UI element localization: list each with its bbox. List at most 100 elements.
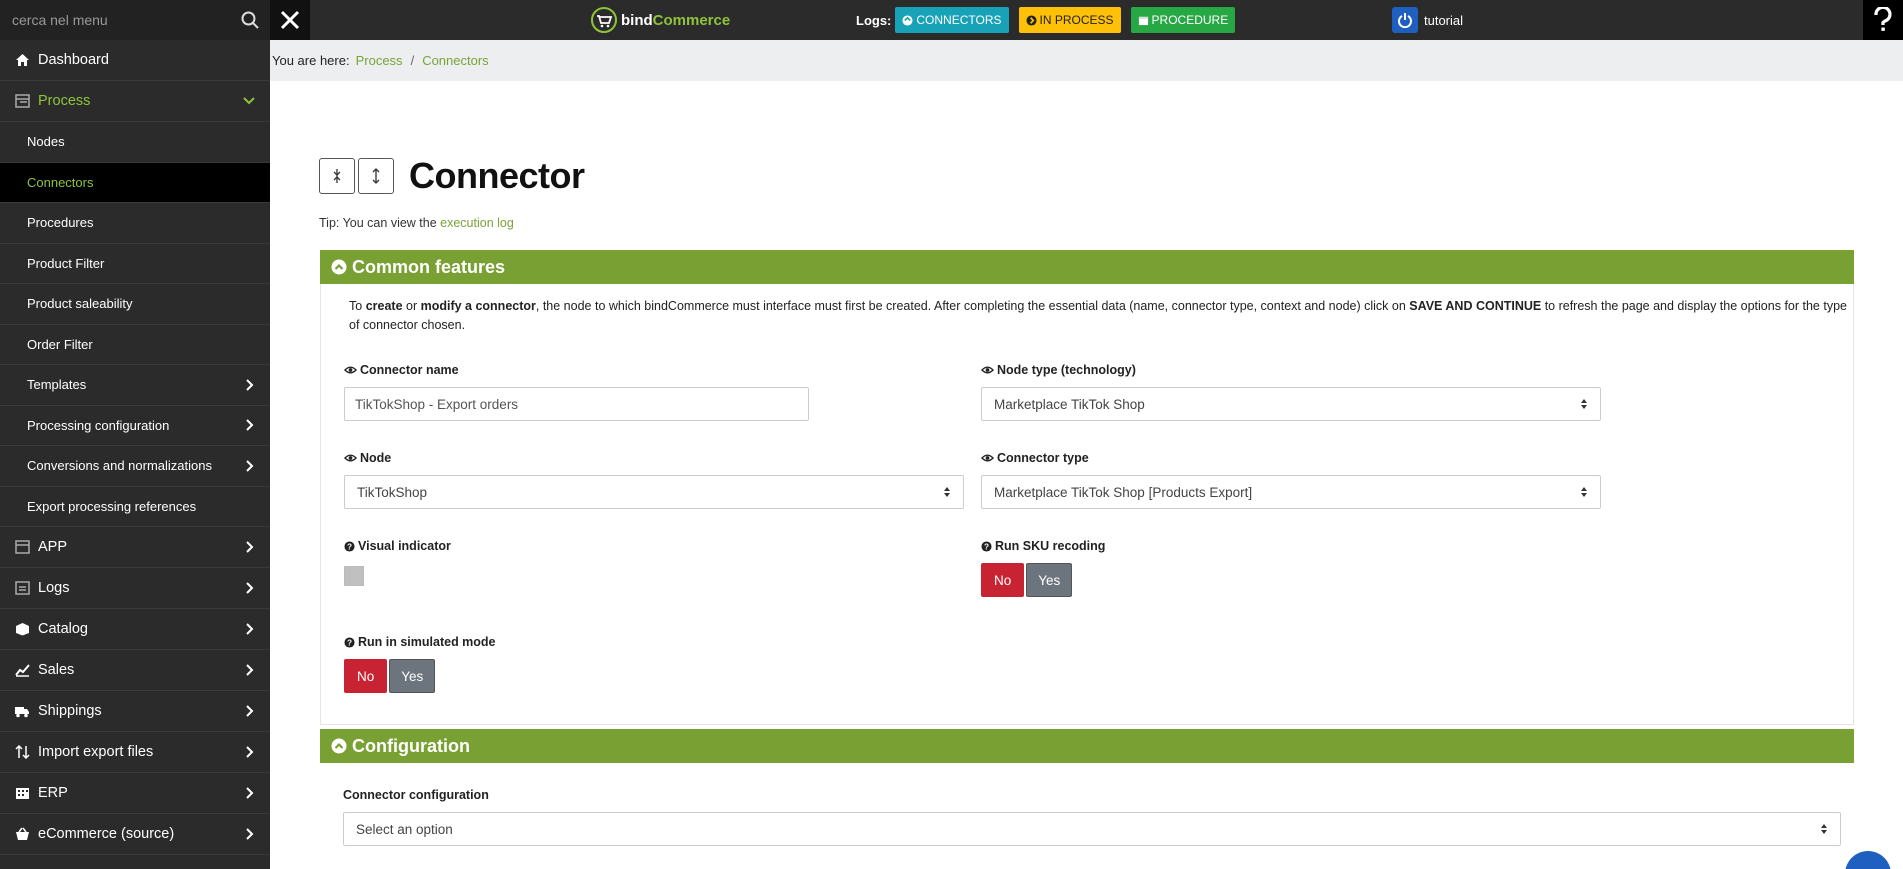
connector-name-input[interactable]	[344, 387, 809, 421]
simulated-mode-label: ? Run in simulated mode	[344, 635, 496, 649]
process-icon	[14, 93, 30, 109]
power-icon	[1392, 7, 1418, 33]
breadcrumb-connectors[interactable]: Connectors	[422, 53, 488, 68]
sidebar-item-app[interactable]: APP	[0, 527, 270, 568]
sidebar-item-label: Catalog	[38, 621, 88, 637]
connector-type-label: Connector type	[981, 451, 1089, 465]
sidebar-item-product-saleability[interactable]: Product saleability	[0, 284, 270, 325]
chevron-right-icon	[246, 705, 254, 717]
intro-text: To create or modify a connector, the nod…	[349, 297, 1849, 335]
node-type-value: Marketplace TikTok Shop	[994, 396, 1145, 412]
svg-text:?: ?	[347, 542, 352, 551]
sidebar-item-erp[interactable]: ERP	[0, 773, 270, 814]
common-features-header[interactable]: Common features	[320, 250, 1854, 284]
expand-all-button[interactable]	[358, 158, 394, 194]
logs-label: Logs:	[856, 12, 892, 28]
sidebar-item-conversions[interactable]: Conversions and normalizations	[0, 446, 270, 487]
chevron-right-icon	[246, 419, 254, 431]
chevron-right-icon	[246, 541, 254, 553]
breadcrumb-separator: /	[410, 53, 415, 68]
sidebar-item-label: Logs	[38, 580, 70, 596]
connector-type-select[interactable]: Marketplace TikTok Shop [Products Export…	[981, 475, 1601, 509]
sidebar-item-import-export[interactable]: Import export files	[0, 732, 270, 773]
page-title: Connector	[409, 155, 585, 196]
sku-recoding-yes-button[interactable]: Yes	[1026, 563, 1073, 597]
sidebar-item-label: ERP	[38, 785, 68, 801]
help-button[interactable]	[1863, 0, 1903, 40]
select-arrows-icon	[1581, 399, 1587, 409]
intro-part: or	[402, 299, 421, 313]
logs-connectors-button[interactable]: CONNECTORS	[895, 7, 1009, 33]
eye-icon	[981, 366, 994, 374]
sidebar-item-product-filter[interactable]: Product Filter	[0, 244, 270, 284]
connector-configuration-select[interactable]: Select an option	[343, 812, 1841, 846]
node-type-label-text: Node type (technology)	[997, 363, 1136, 377]
main-content: Connector Tip: You can view the executio…	[270, 81, 1903, 869]
bindcommerce-logo[interactable]: bindCommerce	[590, 5, 730, 35]
logs-procedure-button[interactable]: PROCEDURE	[1130, 7, 1236, 33]
breadcrumb-process[interactable]: Process	[356, 53, 403, 68]
sidebar-item-procedures[interactable]: Procedures	[0, 203, 270, 244]
circle-arrow-right-icon	[1025, 14, 1037, 26]
close-icon	[280, 10, 300, 30]
sidebar-item-dashboard[interactable]: Dashboard	[0, 40, 270, 81]
sidebar-item-shippings[interactable]: Shippings	[0, 691, 270, 732]
home-icon	[14, 52, 30, 68]
app-icon	[14, 539, 30, 555]
svg-text:?: ?	[984, 542, 989, 551]
sku-recoding-no-button[interactable]: No	[981, 563, 1025, 597]
execution-log-link[interactable]: execution log	[440, 216, 514, 230]
simulated-mode-yes-button[interactable]: Yes	[389, 659, 436, 693]
configuration-header[interactable]: Configuration	[320, 729, 1854, 763]
box-icon	[14, 621, 30, 637]
common-features-body: To create or modify a connector, the nod…	[320, 284, 1854, 725]
visual-indicator-label-text: Visual indicator	[358, 539, 451, 553]
logs-in-process-label: IN PROCESS	[1039, 13, 1114, 27]
sidebar-item-ecommerce-source[interactable]: eCommerce (source)	[0, 814, 270, 855]
node-type-label: Node type (technology)	[981, 363, 1136, 377]
sidebar-item-process[interactable]: Process	[0, 81, 270, 122]
user-menu[interactable]: tutorial	[1392, 7, 1463, 33]
sidebar-item-label: Product Filter	[27, 255, 105, 271]
node-value: TikTokShop	[357, 484, 428, 500]
sidebar-item-processing-configuration[interactable]: Processing configuration	[0, 406, 270, 446]
logs-in-process-button[interactable]: IN PROCESS	[1018, 7, 1121, 33]
sidebar-item-catalog[interactable]: Catalog	[0, 609, 270, 650]
sidebar-item-order-filter[interactable]: Order Filter	[0, 325, 270, 365]
sidebar-item-label: Process	[38, 93, 91, 109]
select-arrows-icon	[1581, 487, 1587, 497]
search-icon[interactable]	[240, 10, 260, 30]
breadcrumb: You are here: Process / Connectors	[270, 40, 1903, 81]
collapse-all-button[interactable]	[319, 158, 355, 194]
sidebar-item-label: Shippings	[38, 703, 102, 719]
sidebar-item-sales[interactable]: Sales	[0, 650, 270, 691]
sidebar-item-connectors[interactable]: Connectors	[0, 162, 270, 203]
connector-configuration-label: Connector configuration	[343, 788, 489, 802]
calendar-icon	[1138, 16, 1148, 25]
node-select[interactable]: TikTokShop	[344, 475, 964, 509]
basket-icon	[14, 826, 30, 842]
visual-indicator-color[interactable]	[344, 566, 364, 586]
sidebar-item-label: Nodes	[27, 134, 65, 150]
sidebar-item-label: Dashboard	[38, 52, 109, 68]
sidebar-item-label: Procedures	[27, 215, 94, 231]
circle-arrow-icon	[902, 14, 913, 26]
sidebar-item-nodes[interactable]: Nodes	[0, 122, 270, 163]
sidebar-item-label: Product saleability	[27, 296, 133, 312]
chevron-circle-up-icon	[331, 259, 347, 275]
simulated-mode-no-button[interactable]: No	[344, 659, 388, 693]
sidebar-item-label: Order Filter	[27, 336, 93, 352]
node-type-select[interactable]: Marketplace TikTok Shop	[981, 387, 1601, 421]
sidebar-item-templates[interactable]: Templates	[0, 365, 270, 406]
intro-bold: create	[365, 299, 403, 313]
sidebar-item-export-references[interactable]: Export processing references	[0, 487, 270, 527]
sidebar-item-logs[interactable]: Logs	[0, 568, 270, 609]
user-name: tutorial	[1424, 12, 1464, 28]
close-menu-button[interactable]	[270, 0, 310, 40]
menu-search-input[interactable]	[12, 12, 240, 28]
question-circle-icon: ?	[344, 540, 355, 552]
connector-name-label: Connector name	[344, 363, 459, 377]
top-bar: bindCommerce Logs: CONNECTORS IN PROCESS…	[270, 0, 1903, 40]
logs-shortcuts: Logs: CONNECTORS IN PROCESS PROCEDURE	[856, 7, 1245, 33]
connector-configuration-label-text: Connector configuration	[343, 788, 489, 802]
